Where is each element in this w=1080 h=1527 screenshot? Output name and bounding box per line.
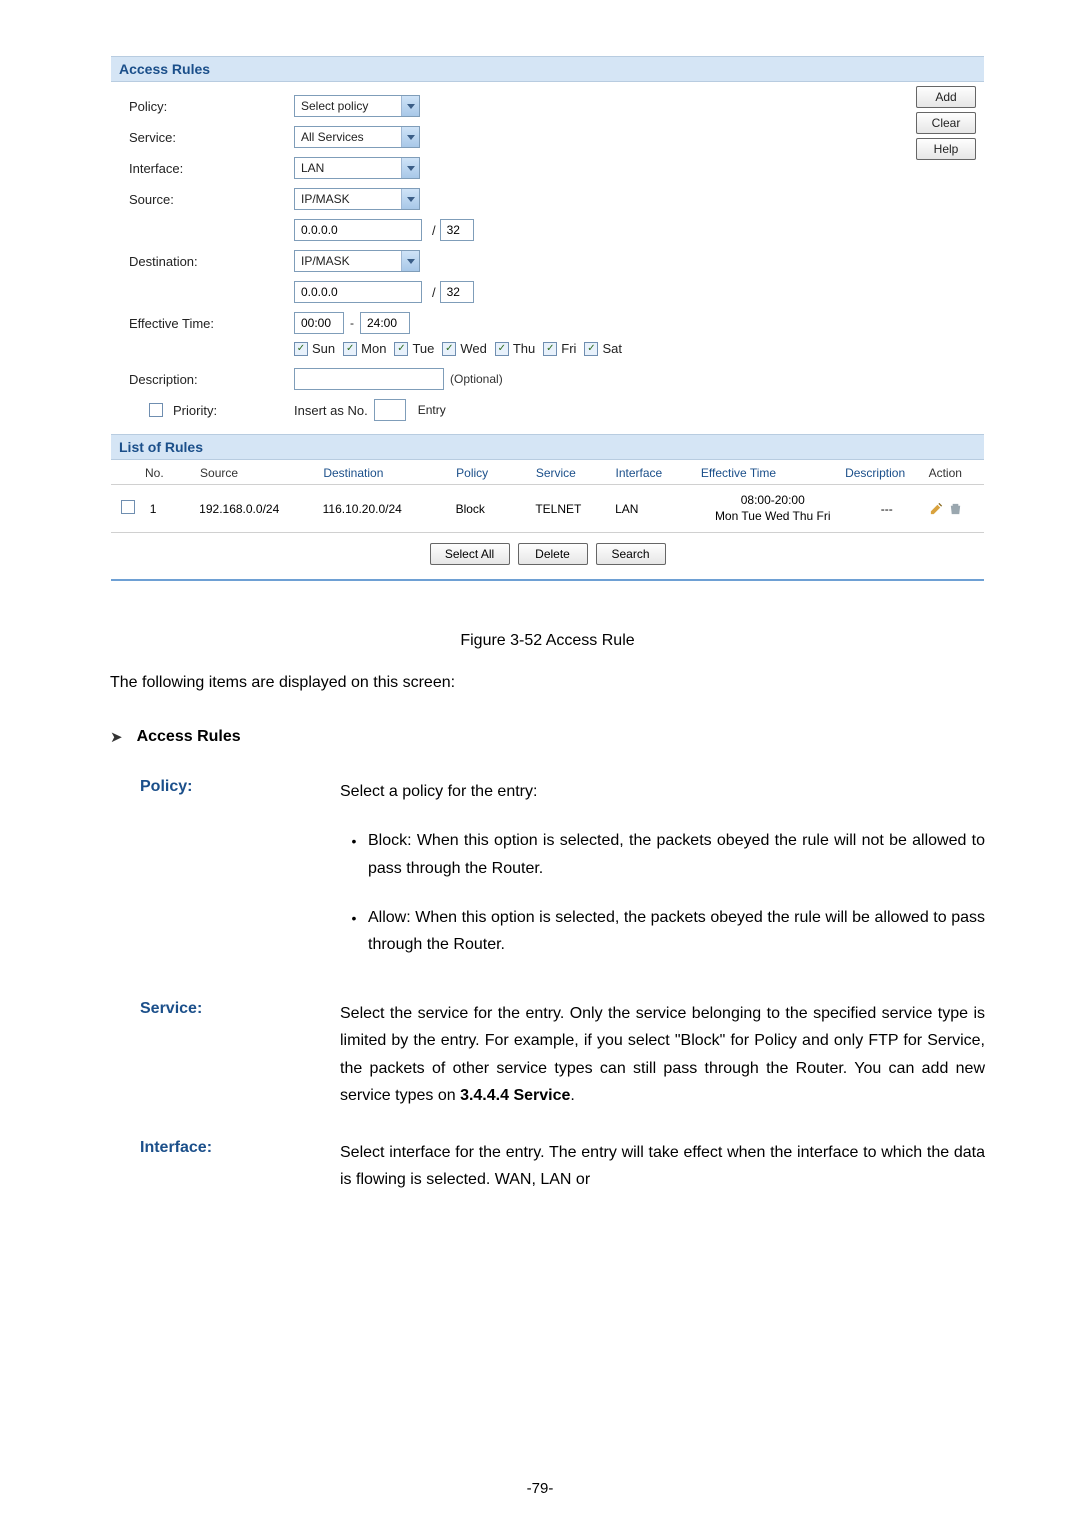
def-interface-term: Interface: — [140, 1139, 340, 1193]
interface-select[interactable]: LAN — [294, 157, 420, 179]
edit-icon[interactable] — [929, 501, 944, 516]
select-all-button[interactable]: Select All — [430, 543, 510, 565]
row-checkbox[interactable] — [121, 500, 135, 514]
destination-label: Destination: — [129, 254, 294, 269]
destination-mask-input[interactable] — [440, 281, 474, 303]
checkbox-mon[interactable]: ✓ — [343, 342, 357, 356]
delete-button[interactable]: Delete — [518, 543, 588, 565]
priority-label: Priority: — [163, 403, 294, 418]
add-button[interactable]: Add — [916, 86, 976, 108]
checkbox-sat[interactable]: ✓ — [584, 342, 598, 356]
def-interface-desc: Select interface for the entry. The entr… — [340, 1139, 985, 1193]
policy-select[interactable]: Select policy — [294, 95, 420, 117]
checkbox-tue[interactable]: ✓ — [394, 342, 408, 356]
chevron-down-icon — [401, 127, 419, 147]
service-label: Service: — [129, 130, 294, 145]
destination-mode-select[interactable]: IP/MASK — [294, 250, 420, 272]
time-from-input[interactable] — [294, 312, 344, 334]
checkbox-wed[interactable]: ✓ — [442, 342, 456, 356]
checkbox-sun[interactable]: ✓ — [294, 342, 308, 356]
bullet-icon: • — [340, 827, 368, 881]
chevron-down-icon — [401, 96, 419, 116]
table-header: No. Source Destination Policy Service In… — [111, 460, 984, 484]
search-button[interactable]: Search — [596, 543, 666, 565]
arrow-bullet-icon: ➤ — [110, 728, 123, 746]
subhead-access-rules: Access Rules — [137, 728, 241, 746]
slash: / — [422, 223, 440, 238]
description-label: Description: — [129, 372, 294, 387]
effective-time-label: Effective Time: — [129, 316, 294, 331]
bullet-icon: • — [340, 904, 368, 958]
chevron-down-icon — [401, 251, 419, 271]
help-button[interactable]: Help — [916, 138, 976, 160]
chevron-down-icon — [401, 158, 419, 178]
priority-prefix: Insert as No. — [294, 403, 368, 418]
policy-label: Policy: — [129, 99, 294, 114]
checkbox-fri[interactable]: ✓ — [543, 342, 557, 356]
table-row: 1 192.168.0.0/24 116.10.20.0/24 Block TE… — [111, 484, 984, 532]
access-rules-panel: Access Rules Add Clear Help Policy: Sele… — [110, 55, 985, 582]
def-service-desc: Select the service for the entry. Only t… — [340, 1000, 985, 1109]
chevron-down-icon — [401, 189, 419, 209]
page-number: -79- — [0, 1480, 1080, 1497]
clear-button[interactable]: Clear — [916, 112, 976, 134]
source-mode-select[interactable]: IP/MASK — [294, 188, 420, 210]
def-policy-term: Policy: — [140, 778, 340, 980]
figure-caption: Figure 3-52 Access Rule — [110, 632, 985, 650]
intro-text: The following items are displayed on thi… — [110, 674, 985, 692]
def-policy-bullet-allow: Allow: When this option is selected, the… — [368, 904, 985, 958]
section-title-list: List of Rules — [111, 434, 984, 460]
time-to-input[interactable] — [360, 312, 410, 334]
description-input[interactable] — [294, 368, 444, 390]
side-button-group: Add Clear Help — [916, 86, 976, 160]
source-ip-input[interactable] — [294, 219, 422, 241]
optional-hint: (Optional) — [450, 372, 503, 386]
days-row: ✓Sun ✓Mon ✓Tue ✓Wed ✓Thu ✓Fri ✓Sat — [294, 341, 976, 356]
def-policy-desc: Select a policy for the entry: — [340, 778, 985, 805]
service-select[interactable]: All Services — [294, 126, 420, 148]
priority-suffix: Entry — [418, 403, 446, 417]
section-title-access-rules: Access Rules — [111, 56, 984, 82]
def-service-term: Service: — [140, 1000, 340, 1109]
delete-icon[interactable] — [948, 501, 963, 516]
source-label: Source: — [129, 192, 294, 207]
interface-label: Interface: — [129, 161, 294, 176]
slash: / — [422, 285, 440, 300]
priority-checkbox[interactable] — [149, 403, 163, 417]
source-mask-input[interactable] — [440, 219, 474, 241]
checkbox-thu[interactable]: ✓ — [495, 342, 509, 356]
destination-ip-input[interactable] — [294, 281, 422, 303]
priority-number-input[interactable] — [374, 399, 406, 421]
def-policy-bullet-block: Block: When this option is selected, the… — [368, 827, 985, 881]
dash: - — [344, 316, 360, 330]
